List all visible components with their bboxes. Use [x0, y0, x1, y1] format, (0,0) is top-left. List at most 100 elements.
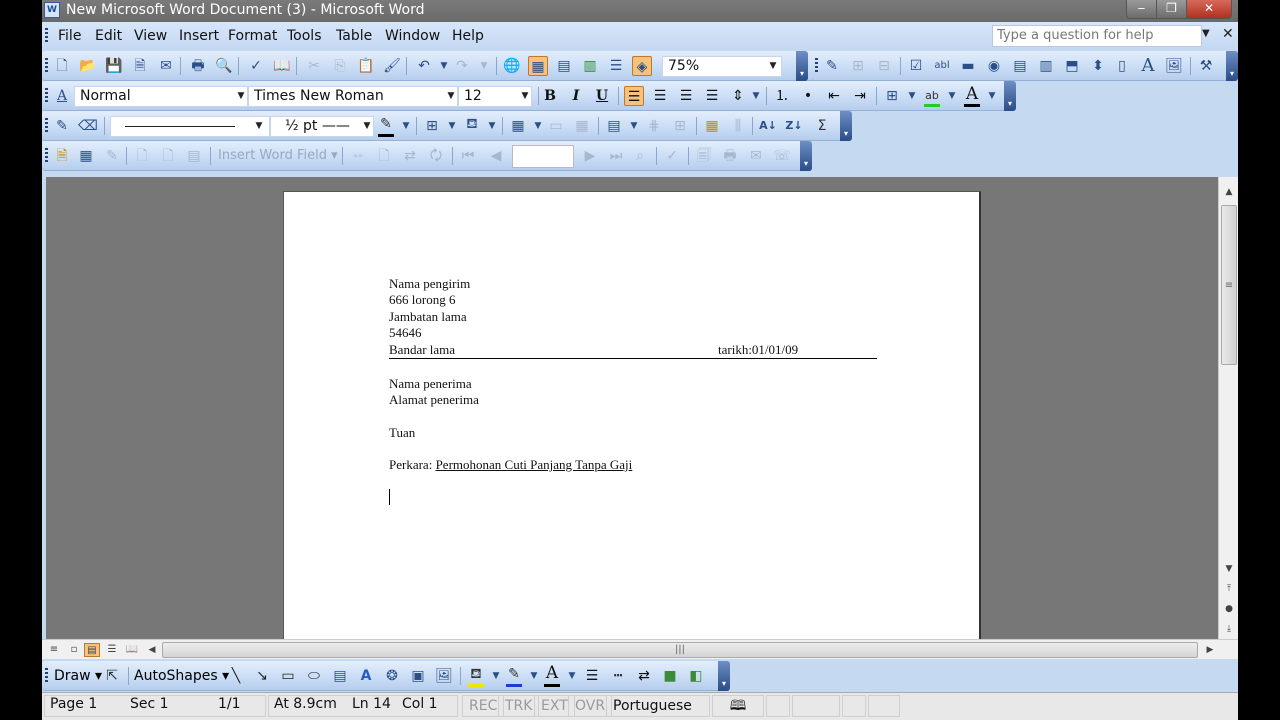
web-layout-view-button[interactable]: ▫	[66, 643, 82, 657]
minimize-button[interactable]: ‒	[1127, 0, 1157, 18]
select-browse-object-icon[interactable]: ●	[1219, 604, 1238, 614]
insert-table-icon[interactable]: ▤	[554, 56, 574, 76]
toolbar-grip[interactable]	[45, 28, 48, 44]
insert-word-field-button[interactable]: Insert Word Field ▾	[218, 148, 338, 163]
line-style-select[interactable]	[110, 116, 270, 137]
zoom-select[interactable]: 75%	[662, 56, 782, 77]
split-cells-icon[interactable]: ▦	[572, 116, 592, 136]
line-spacing-dropdown-icon[interactable]: ▼	[746, 86, 766, 106]
next-page-icon[interactable]: ⤓	[1219, 624, 1238, 634]
insert-merge-fields-icon[interactable]: ▤	[184, 146, 204, 166]
print-preview-icon[interactable]: 🔍	[214, 56, 234, 76]
research-icon[interactable]: 📖	[272, 56, 292, 76]
scroll-left-icon[interactable]: ◀	[144, 643, 160, 657]
spelling-status-icon[interactable]: 🕮	[712, 695, 764, 717]
line-style-dropdown-icon[interactable]: ▼	[252, 116, 266, 137]
text-direction-icon[interactable]: ⫼	[728, 116, 748, 136]
font-color-icon[interactable]: A	[962, 84, 982, 104]
bullets-icon[interactable]: •	[798, 86, 818, 106]
toolbar-grip[interactable]	[45, 148, 48, 164]
eraser-icon[interactable]: ⌫	[78, 116, 98, 136]
menu-edit[interactable]: Edit	[95, 28, 122, 44]
underline-button[interactable]: U	[592, 86, 612, 106]
go-to-record-input[interactable]	[512, 145, 574, 168]
columns-icon[interactable]: ☰	[606, 56, 626, 76]
toolbar-grip[interactable]	[45, 668, 48, 684]
properties-icon[interactable]: ⚒	[1196, 56, 1216, 76]
main-document-setup-icon[interactable]: 🗎	[52, 146, 72, 166]
spin-button-icon[interactable]: ⬍	[1088, 56, 1108, 76]
sort-descending-icon[interactable]: Z↓	[784, 116, 804, 136]
previous-record-icon[interactable]: ◀	[486, 146, 506, 166]
toolbar-options-icon[interactable]: ▾	[840, 111, 852, 141]
menu-file[interactable]: File	[58, 28, 81, 44]
toggle-button-icon[interactable]: ⬒	[1062, 56, 1082, 76]
scroll-up-icon[interactable]: ▲	[1219, 187, 1238, 197]
zoom-dropdown-icon[interactable]: ▼	[766, 56, 780, 77]
menu-tools[interactable]: Tools	[287, 28, 322, 44]
merge-to-email-icon[interactable]: ✉	[746, 146, 766, 166]
select-objects-icon[interactable]: ⇱	[102, 666, 122, 686]
line-spacing-icon[interactable]: ⇕	[728, 86, 748, 106]
line-color-dropdown-icon[interactable]: ▼	[524, 666, 544, 686]
align-dropdown-icon[interactable]: ▼	[624, 116, 644, 136]
toolbar-options-icon[interactable]: ▾	[1226, 51, 1238, 81]
menu-insert[interactable]: Insert	[179, 28, 219, 44]
fill-color-dropdown-icon[interactable]: ▼	[486, 666, 506, 686]
cut-icon[interactable]: ✂	[304, 56, 324, 76]
font-color-dropdown-icon[interactable]: ▼	[562, 666, 582, 686]
insert-address-block-icon[interactable]: 🗋	[132, 146, 152, 166]
decrease-indent-icon[interactable]: ⇤	[824, 86, 844, 106]
justify-button[interactable]: ☰	[702, 86, 722, 106]
highlight-icon[interactable]: ab	[922, 86, 942, 106]
toolbar-options-icon[interactable]: ▾	[718, 661, 730, 691]
insert-excel-icon[interactable]: ▥	[580, 56, 600, 76]
next-record-icon[interactable]: ▶	[580, 146, 600, 166]
close-button[interactable]: ✕	[1187, 0, 1231, 18]
line-weight-select[interactable]: ½ pt ——	[270, 116, 374, 137]
vertical-scrollbar[interactable]: ▲ ≡ ▼ ⤒ ● ⤓	[1218, 177, 1238, 639]
redo-dropdown-icon[interactable]: ▼	[474, 56, 494, 76]
new-document-icon[interactable]: 🗋	[52, 56, 72, 76]
mail-merge-recipients-icon[interactable]: ✎	[102, 146, 122, 166]
insert-frame-icon[interactable]: ⊞	[848, 56, 868, 76]
menu-view[interactable]: View	[134, 28, 167, 44]
propagate-labels-icon[interactable]: 🗘	[426, 146, 446, 166]
draw-table-icon[interactable]: ✎	[52, 116, 72, 136]
line-color-icon[interactable]: ✎	[504, 664, 524, 684]
open-data-source-icon[interactable]: ▦	[76, 146, 96, 166]
fill-color-icon[interactable]: ⛾	[466, 664, 486, 684]
menu-help[interactable]: Help	[452, 28, 484, 44]
insert-picture-icon[interactable]: 🖼	[434, 666, 454, 686]
menu-window[interactable]: Window	[385, 28, 440, 44]
image-icon[interactable]: 🖼	[1164, 56, 1184, 76]
shading-dropdown-icon[interactable]: ▼	[482, 116, 502, 136]
sort-ascending-icon[interactable]: A↓	[758, 116, 778, 136]
font-dropdown-icon[interactable]: ▼	[444, 86, 458, 107]
text-box-icon[interactable]: ▤	[330, 666, 350, 686]
bold-button[interactable]: B	[540, 86, 560, 106]
style-dropdown-icon[interactable]: ▼	[234, 86, 248, 107]
first-record-icon[interactable]: ⏮	[458, 146, 478, 166]
previous-page-icon[interactable]: ⤒	[1219, 584, 1238, 594]
scroll-down-icon[interactable]: ▼	[1219, 564, 1238, 574]
text-form-field-icon[interactable]: abl	[932, 56, 952, 76]
highlight-merge-fields-icon[interactable]: 🗋	[374, 146, 394, 166]
save-icon[interactable]: 💾	[104, 56, 124, 76]
last-record-icon[interactable]: ⏭	[606, 146, 626, 166]
align-right-button[interactable]: ☰	[676, 86, 696, 106]
line-style-icon[interactable]: ☰	[582, 666, 602, 686]
scroll-right-icon[interactable]: ▶	[1202, 643, 1218, 657]
scroll-bar-icon[interactable]: ▯	[1112, 56, 1132, 76]
toolbar-grip[interactable]	[45, 118, 48, 134]
arrow-style-icon[interactable]: ⇄	[634, 666, 654, 686]
shading-color-icon[interactable]: ⛾	[462, 114, 482, 134]
menu-format[interactable]: Format	[228, 28, 277, 44]
draw-table-icon[interactable]: ✎	[822, 56, 842, 76]
font-color-icon[interactable]: A	[542, 663, 562, 683]
toolbar-options-icon[interactable]: ▾	[796, 51, 808, 81]
print-layout-view-button[interactable]: ▤	[84, 643, 100, 657]
drawing-icon[interactable]: ◈	[632, 56, 652, 76]
normal-view-button[interactable]: ≡	[46, 643, 62, 657]
clip-art-icon[interactable]: ▣	[408, 666, 428, 686]
